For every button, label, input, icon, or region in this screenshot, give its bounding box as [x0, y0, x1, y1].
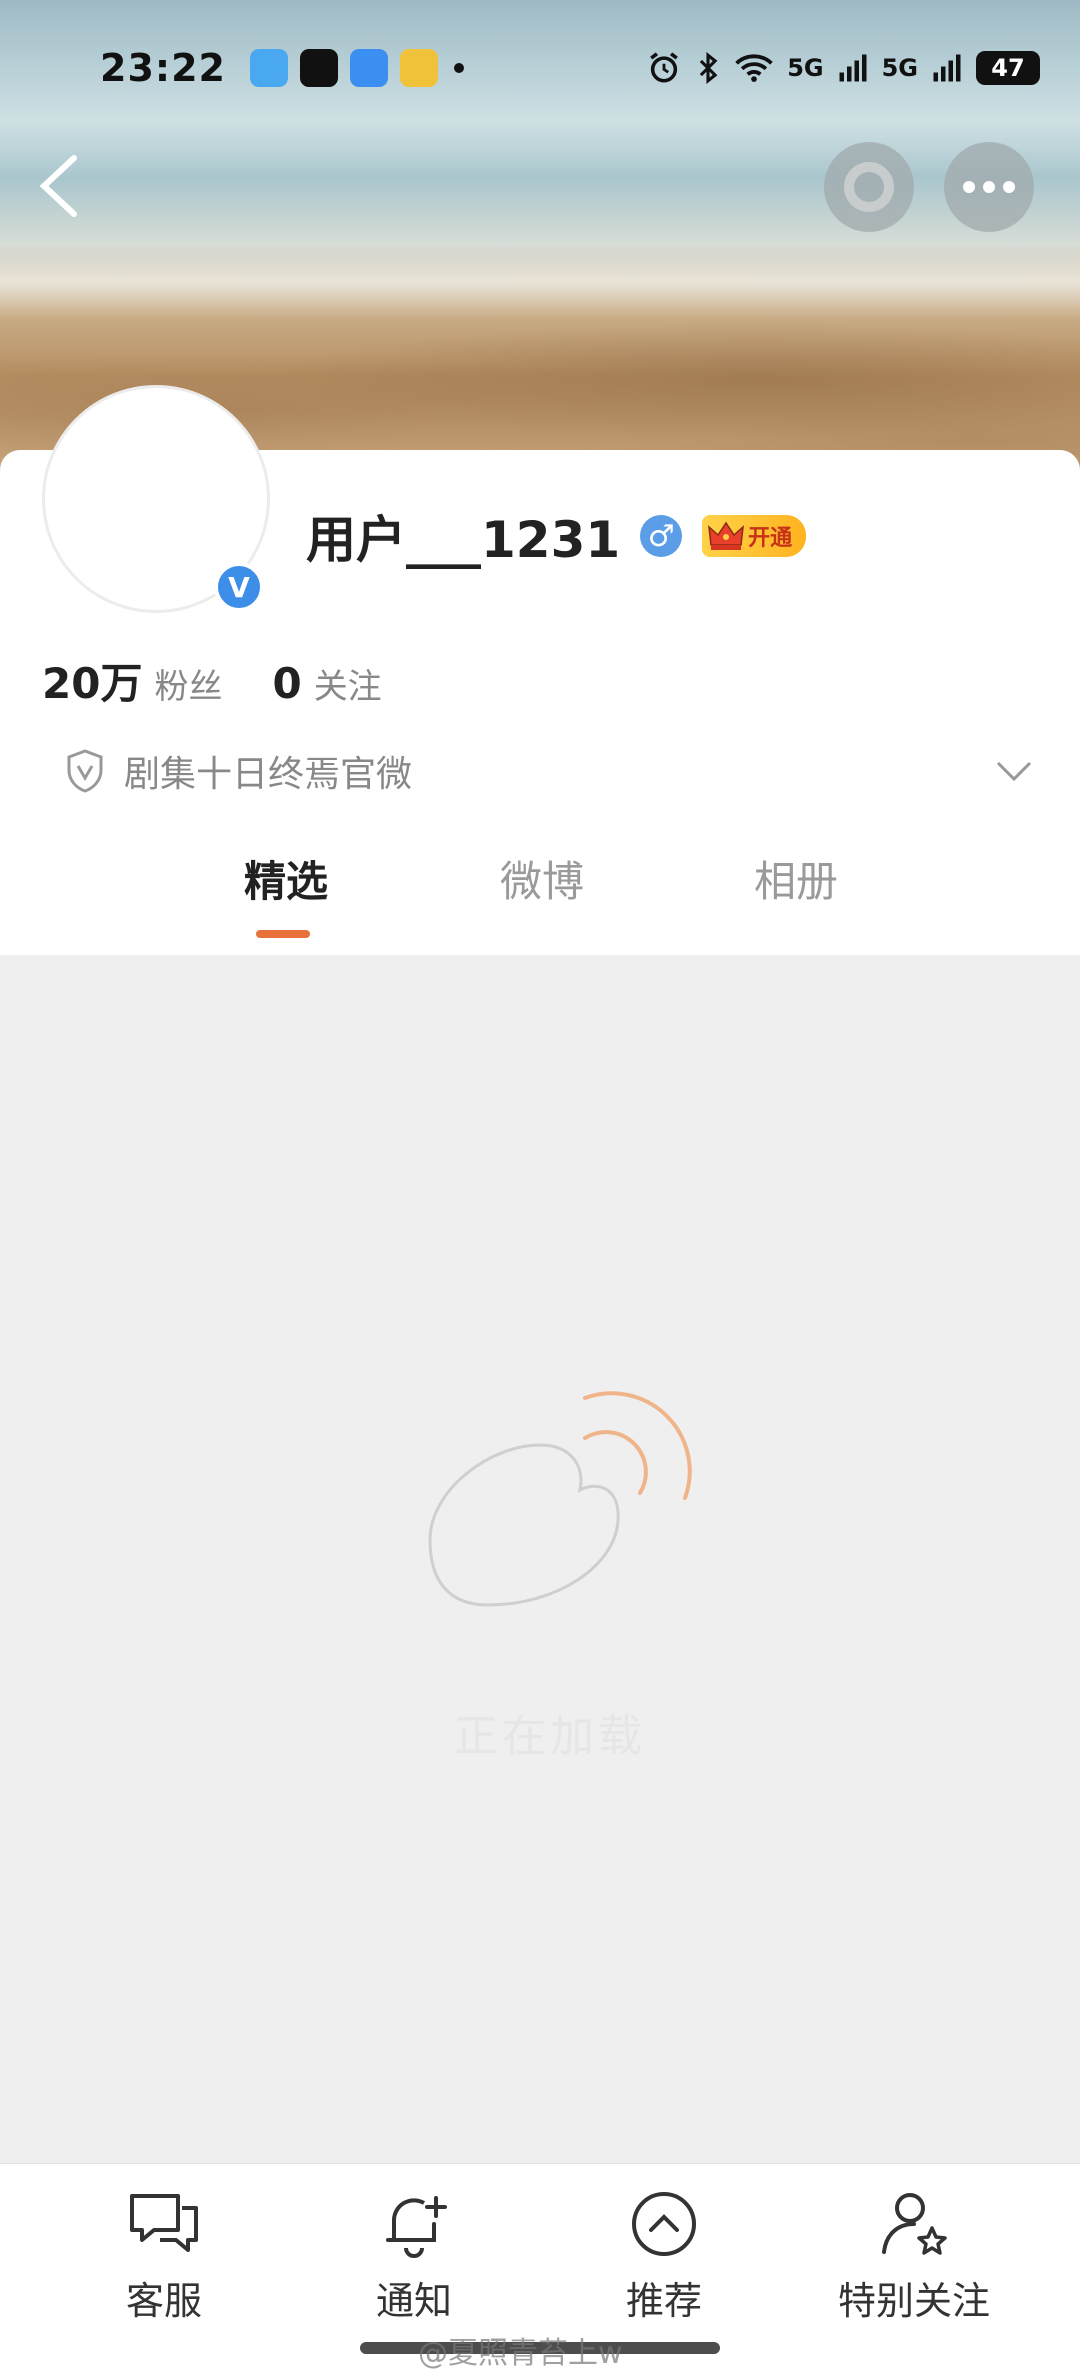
certification-text: 剧集十日终焉官微 [124, 754, 413, 795]
chevron-down-icon[interactable] [994, 759, 1034, 783]
nav-notifications[interactable]: 通知 [304, 2184, 524, 2325]
nav-label: 特别关注 [837, 2279, 990, 2323]
more-notifications-dot [453, 63, 464, 73]
user-star-icon [882, 2193, 947, 2255]
weibo-logo-placeholder-icon [428, 1391, 692, 1607]
camera-button[interactable] [824, 142, 914, 232]
notification-app-icons [249, 49, 438, 87]
bell-plus-icon [386, 2196, 447, 2258]
nav-special-follow[interactable]: 特别关注 [804, 2184, 1024, 2325]
signal-bars-icon [839, 54, 867, 82]
tab-album[interactable]: 相册 [754, 848, 838, 909]
more-button[interactable] [944, 142, 1034, 232]
name-row: 用户___1231 ♂ 开通 [306, 500, 807, 572]
nav-recommend[interactable]: 推荐 [554, 2184, 774, 2325]
chevron-up-circle-icon [632, 2192, 696, 2256]
crown-icon [708, 521, 745, 550]
username: 用户___1231 [306, 511, 621, 569]
stats-row: 20万 粉丝 0 关注 [42, 650, 432, 711]
signal-1-label: 5G [787, 54, 824, 82]
status-bar: 23:22 5G 5G 47 [100, 38, 1040, 98]
shield-v-icon [67, 749, 103, 793]
chat-bubbles-icon [130, 2194, 198, 2252]
alarm-icon [650, 52, 678, 83]
watermark: @夏照青苔上w [418, 2336, 623, 2371]
vip-open-badge[interactable]: 开通 [702, 515, 807, 557]
wifi-icon [735, 54, 773, 82]
vip-label: 开通 [748, 526, 793, 551]
tab-featured[interactable]: 精选 [244, 848, 328, 909]
app-notification-icon [349, 49, 388, 87]
nav-label: 通知 [375, 2279, 452, 2323]
nav-customer-service[interactable]: 客服 [54, 2184, 274, 2325]
bluetooth-icon [700, 52, 718, 84]
certification-row[interactable]: 剧集十日终焉官微 [64, 745, 1034, 797]
nav-label: 推荐 [625, 2279, 702, 2323]
tiktok-icon [299, 49, 338, 87]
back-button[interactable] [30, 150, 90, 220]
signal-2-label: 5G [881, 54, 918, 82]
more-dots-icon [963, 181, 1015, 193]
app-notification-icon [249, 49, 288, 87]
chevron-left-icon [39, 155, 77, 217]
nav-label: 客服 [125, 2279, 202, 2323]
signal-bars-icon [933, 54, 961, 82]
status-right: 5G 5G 47 [647, 51, 1040, 85]
loading-text: 正在加载 [454, 1711, 646, 1762]
following-count[interactable]: 0 [272, 659, 301, 708]
battery-indicator: 47 [976, 51, 1040, 85]
verified-badge: V [214, 562, 264, 612]
active-tab-indicator [256, 930, 310, 938]
ring-icon [844, 162, 894, 212]
cover-wave [0, 250, 1080, 320]
flower-app-icon [399, 49, 438, 87]
status-time: 23:22 [100, 46, 226, 90]
followers-count[interactable]: 20万 [42, 650, 142, 711]
followers-label[interactable]: 粉丝 [154, 659, 222, 708]
male-gender-icon: ♂ [640, 515, 683, 557]
profile-tabs: 精选 微博 相册 [0, 848, 1080, 948]
following-label[interactable]: 关注 [314, 659, 382, 708]
tab-weibo[interactable]: 微博 [500, 848, 584, 909]
